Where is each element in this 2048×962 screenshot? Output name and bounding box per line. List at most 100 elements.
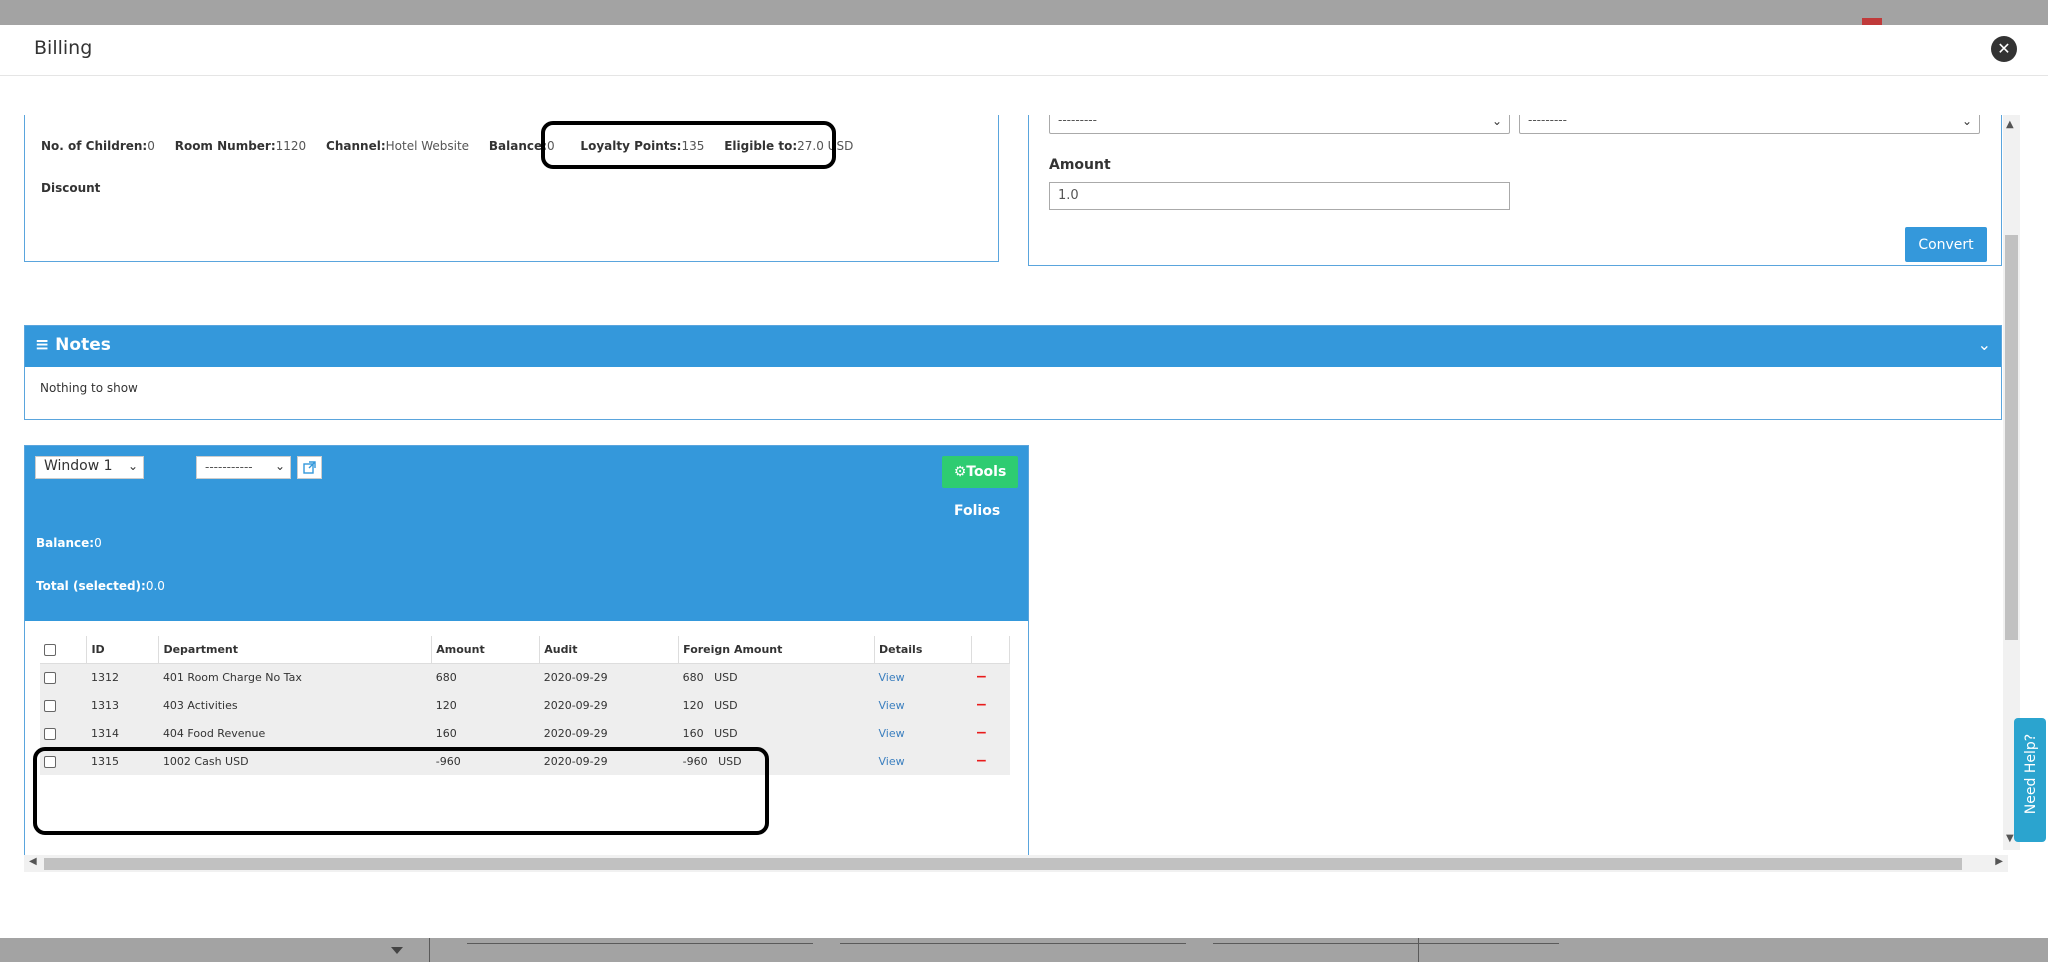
amount-input[interactable]: 1.0	[1049, 182, 1510, 210]
row-checkbox[interactable]	[44, 727, 56, 740]
backdrop-divider	[1418, 938, 1419, 962]
channel-value: Hotel Website	[385, 139, 470, 153]
notes-title: ≡ Notes	[35, 335, 111, 355]
col-details: Details	[874, 636, 972, 664]
cell-id: 1313	[86, 691, 159, 719]
folio-filter-value: -----------	[205, 460, 253, 474]
window-select[interactable]: Window 1 ⌄	[35, 456, 144, 479]
scroll-left-icon[interactable]: ◀	[29, 856, 37, 867]
external-link-icon[interactable]	[297, 456, 322, 479]
convert-button[interactable]: Convert	[1905, 227, 1987, 262]
view-link[interactable]: View	[874, 663, 972, 691]
cell-id: 1312	[86, 663, 159, 691]
cell-department: 403 Activities	[158, 691, 432, 719]
to-currency-value: ---------	[1528, 115, 1567, 127]
table-row: 1312 401 Room Charge No Tax 680 2020-09-…	[40, 663, 1010, 691]
gears-icon: ⚙	[953, 464, 967, 480]
close-icon[interactable]: ✕	[1991, 36, 2017, 62]
reservation-info-panel: No. of Children:0 Room Number:1120 Chann…	[24, 115, 999, 262]
horizontal-scrollbar[interactable]: ◀ ▶	[24, 855, 2008, 872]
backdrop-dropdown-arrow-icon	[391, 947, 403, 954]
backdrop-logo	[70, 12, 190, 25]
cell-audit: 2020-09-29	[539, 719, 679, 747]
backdrop-divider	[429, 938, 430, 962]
notes-empty-text: Nothing to show	[40, 381, 138, 395]
col-department: Department	[158, 636, 433, 664]
rows-highlight-box	[33, 747, 769, 835]
modal-title: Billing	[34, 37, 93, 59]
amount-label: Amount	[1049, 157, 1111, 173]
cell-id: 1314	[86, 719, 159, 747]
window-select-value: Window 1	[44, 458, 113, 474]
folio-header: Window 1 ⌄ ----------- ⌄ ⚙ Tools Folios B…	[25, 446, 1028, 621]
cell-foreign-amount: 680 USD	[678, 663, 875, 691]
view-link[interactable]: View	[874, 719, 972, 747]
cell-audit: 2020-09-29	[539, 691, 679, 719]
folio-total-selected: Total (selected):0.0	[36, 579, 165, 593]
table-row: 1314 404 Food Revenue 160 2020-09-29 160…	[40, 719, 1010, 747]
modal-header: Billing ✕	[0, 25, 2048, 76]
currency-converter-panel: --------- ⌄ --------- ⌄ Amount 1.0 Conve…	[1028, 115, 2002, 266]
modal-body: No. of Children:0 Room Number:1120 Chann…	[0, 115, 2048, 875]
from-currency-value: ---------	[1058, 115, 1097, 127]
cell-amount: 160	[431, 719, 540, 747]
row-checkbox-cell	[40, 691, 87, 719]
row-checkbox-cell	[40, 719, 87, 747]
to-currency-select[interactable]: --------- ⌄	[1519, 115, 1980, 134]
col-amount: Amount	[431, 636, 541, 664]
row-checkbox[interactable]	[44, 671, 56, 684]
folio-window: Window 1 ⌄ ----------- ⌄ ⚙ Tools Folios B…	[24, 445, 1029, 865]
view-link[interactable]: View	[874, 747, 972, 775]
backdrop-field-line	[467, 943, 813, 944]
chevron-down-icon: ⌄	[1961, 115, 1972, 128]
view-link[interactable]: View	[874, 691, 972, 719]
children-label: No. of Children:	[41, 139, 148, 153]
backdrop-field-line	[840, 943, 1186, 944]
scroll-down-icon[interactable]: ▼	[2006, 833, 2014, 844]
folio-total-value: 0.0	[145, 579, 165, 593]
need-help-label: Need Help?	[2023, 733, 2039, 815]
cell-amount: 680	[431, 663, 540, 691]
cell-audit: 2020-09-29	[539, 663, 679, 691]
tools-label: Tools	[966, 464, 1007, 480]
cell-foreign-amount: 120 USD	[678, 691, 875, 719]
scroll-up-icon[interactable]: ▲	[2006, 119, 2014, 130]
folio-balance-label: Balance:	[36, 536, 95, 550]
tools-button[interactable]: ⚙ Tools	[942, 456, 1018, 488]
discount-label: Discount	[41, 181, 101, 195]
folio-total-label: Total (selected):	[36, 579, 146, 593]
horizontal-scroll-thumb[interactable]	[44, 858, 1962, 870]
billing-modal: Billing ✕ No. of Children:0 Room Number:…	[0, 25, 2048, 938]
notes-header[interactable]: ≡ Notes ⌄	[25, 326, 2001, 367]
loyalty-highlight-box	[541, 121, 836, 169]
balance-label: Balance:	[488, 139, 547, 153]
backdrop-page-top	[0, 0, 2048, 25]
vertical-scroll-thumb[interactable]	[2005, 235, 2018, 640]
chevron-down-icon: ⌄	[127, 459, 138, 473]
remove-icon[interactable]: −	[971, 663, 1010, 691]
cell-department: 404 Food Revenue	[158, 719, 432, 747]
need-help-tab[interactable]: Need Help?	[2014, 718, 2046, 842]
channel-label: Channel:	[326, 139, 386, 153]
scroll-right-icon[interactable]: ▶	[1995, 856, 2003, 867]
folio-balance: Balance:0	[36, 536, 102, 550]
remove-icon[interactable]: −	[971, 747, 1010, 775]
remove-icon[interactable]: −	[971, 719, 1010, 747]
room-value: 1120	[275, 139, 307, 153]
room-label: Room Number:	[174, 139, 276, 153]
notes-panel: ≡ Notes ⌄ Nothing to show	[24, 325, 2002, 420]
select-all-cell	[40, 636, 88, 664]
children-value: 0	[147, 139, 155, 153]
row-checkbox[interactable]	[44, 699, 56, 712]
folios-link[interactable]: Folios	[954, 503, 1000, 519]
table-row: 1313 403 Activities 120 2020-09-29 120 U…	[40, 691, 1010, 719]
chevron-down-icon: ⌄	[1491, 115, 1502, 128]
select-all-checkbox[interactable]	[44, 643, 56, 656]
menu-lines-icon: ≡	[35, 335, 50, 355]
backdrop-field-line	[1213, 943, 1559, 944]
chevron-down-icon[interactable]: ⌄	[1978, 335, 1991, 354]
folio-balance-value: 0	[94, 536, 102, 550]
remove-icon[interactable]: −	[971, 691, 1010, 719]
from-currency-select[interactable]: --------- ⌄	[1049, 115, 1510, 134]
folio-filter-select[interactable]: ----------- ⌄	[196, 456, 291, 479]
